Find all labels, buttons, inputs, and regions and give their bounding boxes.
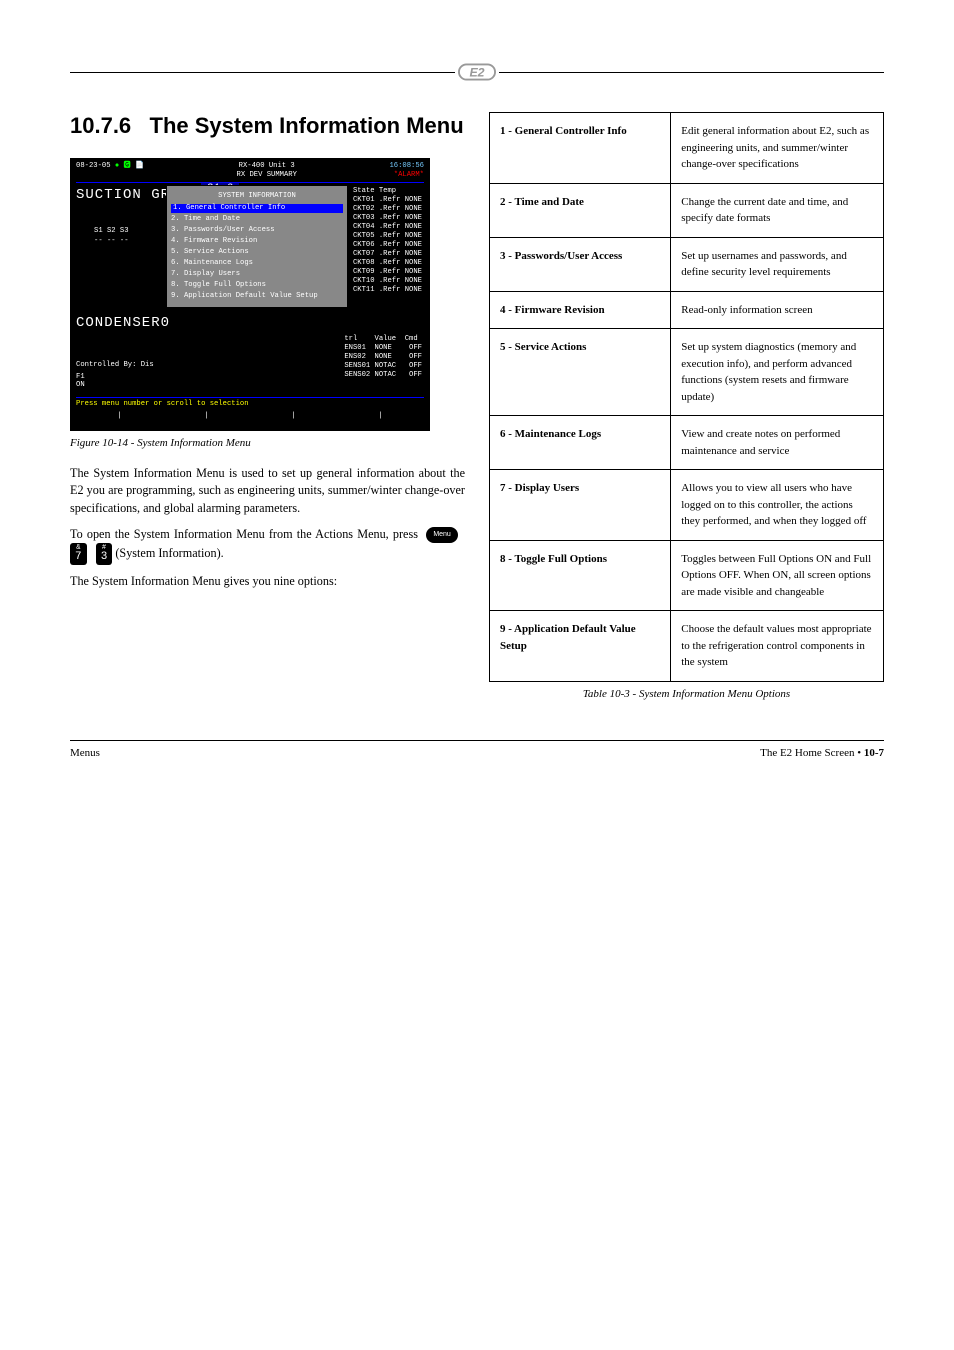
figure-caption-text: - System Information Menu	[128, 437, 251, 449]
state-row: CKT02 .Refr NONE	[353, 205, 422, 214]
condenser-label: CONDENSER0	[76, 315, 170, 333]
popup-item-9[interactable]: 9. Application Default Value Setup	[171, 292, 343, 301]
table-caption-text: - System Information Menu Options	[630, 688, 790, 700]
table-row: 1 - General Controller InfoEdit general …	[490, 113, 884, 184]
popup-title: SYSTEM INFORMATION	[171, 192, 343, 201]
table-row: 3 - Passwords/User AccessSet up username…	[490, 237, 884, 291]
key-7-icon: &7	[70, 543, 87, 565]
stage-dashes: -- -- --	[94, 237, 129, 246]
table-row: 6 - Maintenance LogsView and create note…	[490, 416, 884, 470]
scr-title-1: RX-400 Unit 3	[237, 162, 297, 171]
bottom-table-row: SENS01 NOTAC OFF	[344, 362, 422, 371]
footer-left: Menus	[70, 747, 100, 759]
state-row: CKT03 .Refr NONE	[353, 214, 422, 223]
table-row: 9 - Application Default Value SetupChoos…	[490, 611, 884, 682]
section-heading: 10.7.6 The System Information Menu	[70, 112, 465, 140]
scr-date: 08-23-05	[76, 162, 111, 170]
state-row: CKT01 .Refr NONE	[353, 196, 422, 205]
key-3-icon: #3	[96, 543, 113, 565]
bottom-table-row: SENS02 NOTAC OFF	[344, 371, 422, 380]
header-rule: E2	[70, 60, 884, 84]
table-row: 4 - Firmware RevisionRead-only informati…	[490, 291, 884, 329]
popup-item-2[interactable]: 2. Time and Date	[171, 215, 343, 224]
table-row: 2 - Time and DateChange the current date…	[490, 183, 884, 237]
popup-item-5[interactable]: 5. Service Actions	[171, 248, 343, 257]
bottom-table-row: ENS02 NONE OFF	[344, 353, 422, 362]
popup-item-7[interactable]: 7. Display Users	[171, 270, 343, 279]
body-para-2: To open the System Information Menu from…	[70, 526, 465, 566]
scr-time: 16:08:56	[389, 162, 424, 171]
popup-item-8[interactable]: 8. Toggle Full Options	[171, 281, 343, 290]
e2-logo-icon: E2	[458, 60, 496, 84]
figure-caption: Figure 10-14 - System Information Menu	[70, 437, 465, 449]
state-row: CKT04 .Refr NONE	[353, 223, 422, 232]
bottom-table: trl Value Cmd ENS01 NONE OFF ENS02 NONE …	[344, 335, 422, 380]
state-row: CKT07 .Refr NONE	[353, 250, 422, 259]
svg-text:E2: E2	[469, 66, 484, 80]
footer-right: The E2 Home Screen • 10-7	[760, 747, 884, 759]
scr-title-2: RX DEV SUMMARY	[237, 171, 297, 180]
section-number: 10.7.6	[70, 113, 131, 138]
footer-hint: Press menu number or scroll to selection	[76, 400, 249, 408]
state-header: State Temp	[353, 187, 422, 196]
state-row: CKT11 .Refr NONE	[353, 286, 422, 295]
popup-item-4[interactable]: 4. Firmware Revision	[171, 237, 343, 246]
body-para-3: The System Information Menu gives you ni…	[70, 573, 465, 591]
state-row: CKT06 .Refr NONE	[353, 241, 422, 250]
system-info-popup: SYSTEM INFORMATION 1. General Controller…	[166, 185, 348, 308]
state-column: State Temp CKT01 .Refr NONE CKT02 .Refr …	[353, 187, 422, 295]
state-row: CKT05 .Refr NONE	[353, 232, 422, 241]
table-row: 5 - Service ActionsSet up system diagnos…	[490, 329, 884, 416]
state-row: CKT08 .Refr NONE	[353, 259, 422, 268]
on-label: ON	[76, 381, 85, 390]
bottom-table-header: trl Value Cmd	[344, 335, 422, 344]
popup-item-3[interactable]: 3. Passwords/User Access	[171, 226, 343, 235]
page-footer: Menus The E2 Home Screen • 10-7	[70, 740, 884, 759]
scr-alarm: *ALARM*	[389, 171, 424, 180]
e2-screenshot: 08-23-05 ● 🅶 📄 RX-400 Unit 3 RX DEV SUMM…	[70, 158, 430, 431]
table-row: 7 - Display UsersAllows you to view all …	[490, 470, 884, 541]
figure-label: Figure 10-14	[70, 437, 128, 449]
system-info-table: 1 - General Controller InfoEdit general …	[489, 112, 884, 682]
stage-headers: S1 S2 S3	[94, 227, 129, 236]
body-para-1: The System Information Menu is used to s…	[70, 465, 465, 518]
section-title-text: The System Information Menu	[150, 113, 464, 138]
table-row: 8 - Toggle Full OptionsToggles between F…	[490, 540, 884, 611]
table-caption-label: Table 10-3	[583, 688, 630, 700]
state-row: CKT09 .Refr NONE	[353, 268, 422, 277]
menu-key-icon: Menu	[426, 527, 458, 543]
bottom-table-row: ENS01 NONE OFF	[344, 344, 422, 353]
table-caption: Table 10-3 - System Information Menu Opt…	[489, 688, 884, 700]
scr-status-icons: ● 🅶 📄	[115, 162, 144, 170]
controlled-by: Controlled By: Dis	[76, 361, 154, 370]
popup-item-6[interactable]: 6. Maintenance Logs	[171, 259, 343, 268]
popup-item-1[interactable]: 1. General Controller Info	[171, 204, 343, 213]
state-row: CKT10 .Refr NONE	[353, 277, 422, 286]
